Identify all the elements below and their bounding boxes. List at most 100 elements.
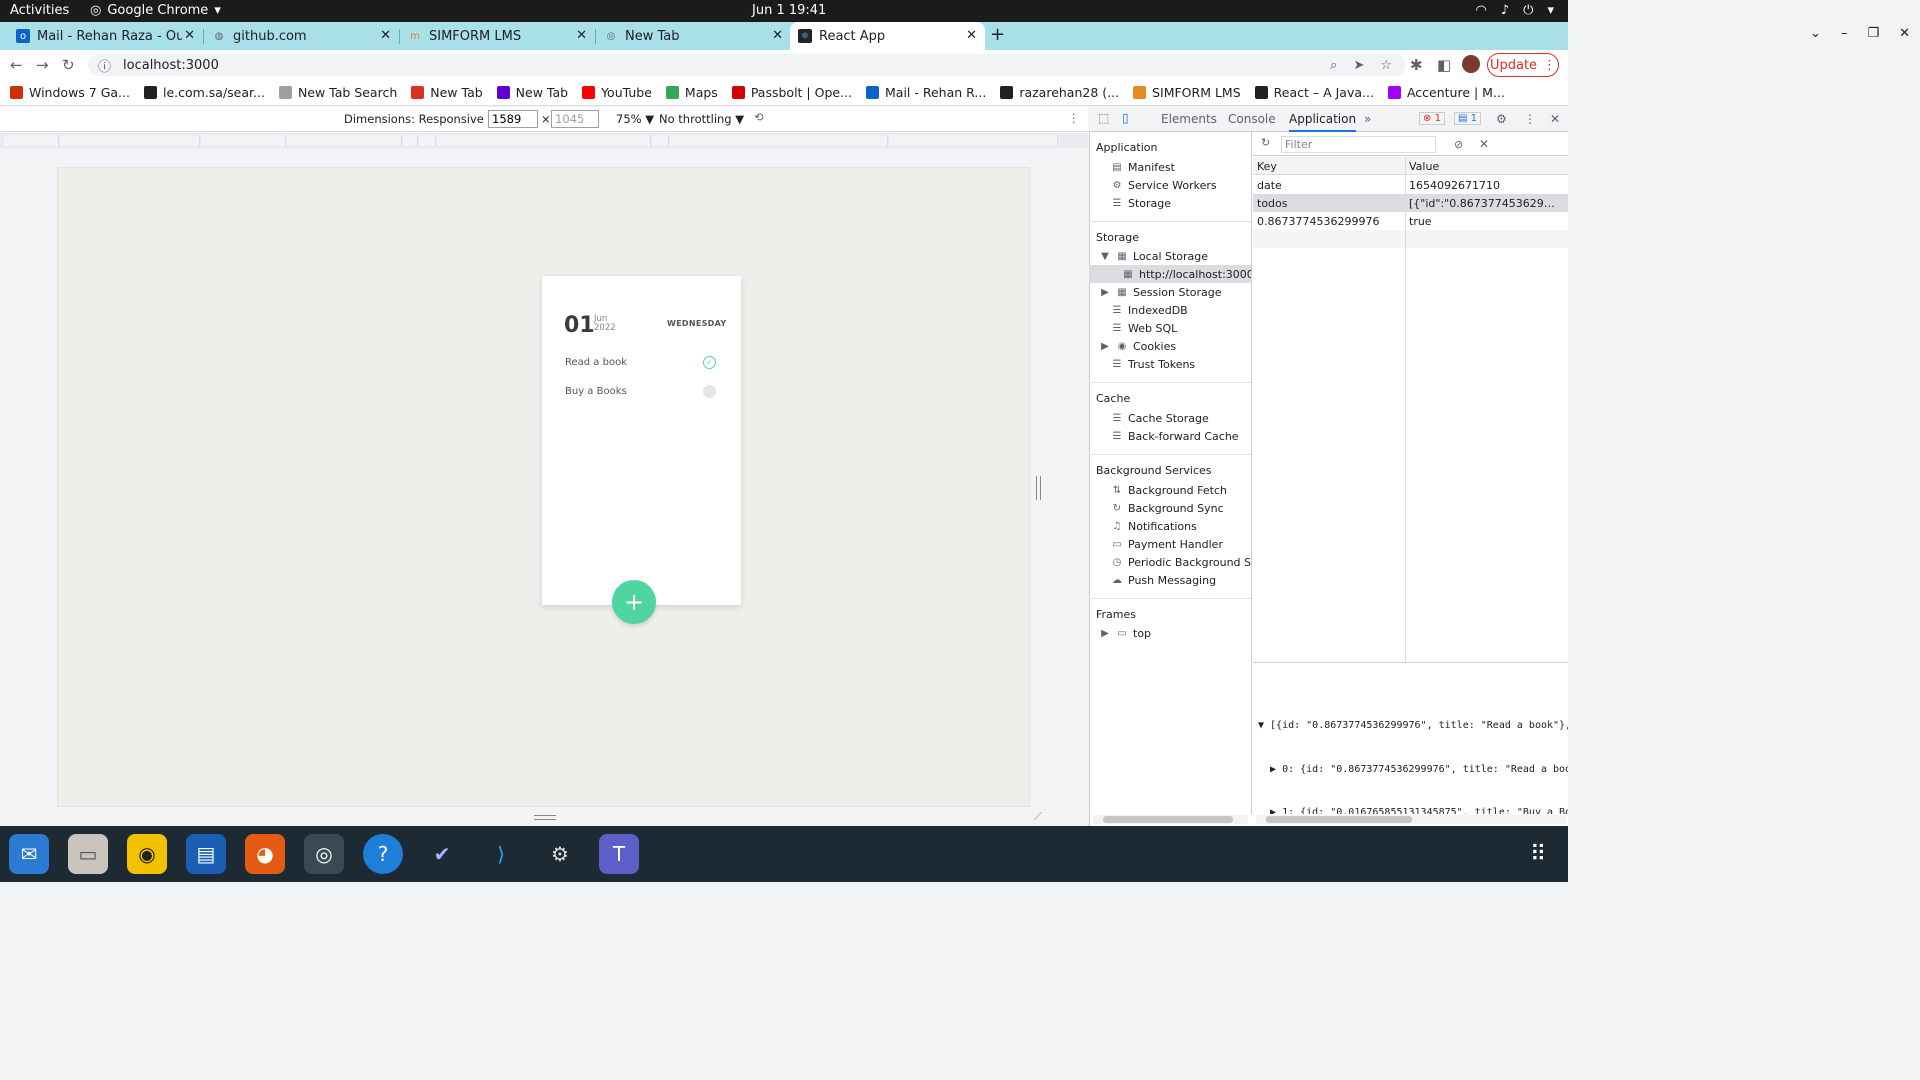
bookmark-item[interactable]: YouTube	[582, 85, 652, 100]
settings-gear-icon[interactable]: ⚙	[1496, 112, 1507, 126]
send-icon[interactable]: ➤	[1353, 58, 1364, 73]
tasks-icon[interactable]: ✔	[422, 834, 462, 874]
forward-icon[interactable]: →	[36, 56, 49, 74]
back-icon[interactable]: ←	[10, 56, 23, 74]
preview-line[interactable]: ▼ [{id: "0.8673774536299976", title: "Re…	[1258, 719, 1568, 734]
sidebar-item-localhost[interactable]: ▦ http://localhost:3000	[1122, 268, 1251, 281]
zoom-icon[interactable]: ⌕	[1330, 58, 1337, 73]
info-icon[interactable]: ⓘ	[98, 56, 111, 75]
throttling-select[interactable]: No throttling ▼	[659, 112, 744, 126]
sidebar-item-bfcache[interactable]: ☰ Back-forward Cache	[1111, 430, 1239, 443]
sidebar-item-indexeddb[interactable]: ☰ IndexedDB	[1111, 304, 1188, 317]
extensions-icon[interactable]: ✱	[1410, 56, 1423, 74]
close-icon[interactable]: ✕	[772, 28, 783, 43]
new-tab-button[interactable]: +	[990, 24, 1005, 45]
system-tray[interactable]: ◠ ♪ ⏻ ▾	[1476, 3, 1554, 18]
rotate-icon[interactable]: ⟲	[754, 110, 764, 124]
sidebar-item-trust-tokens[interactable]: ☰ Trust Tokens	[1111, 358, 1196, 371]
check-icon[interactable]: ✓	[703, 356, 716, 369]
bookmark-item[interactable]: SIMFORM LMS	[1133, 85, 1241, 100]
table-row[interactable]: 0.8673774536299976 true	[1253, 212, 1568, 230]
files-icon[interactable]: ▭	[68, 834, 108, 874]
sidebar-item-push-messaging[interactable]: ☁ Push Messaging	[1111, 574, 1216, 587]
side-panel-icon[interactable]: ◧	[1437, 56, 1451, 74]
app-grid-icon[interactable]: ⠿	[1518, 834, 1558, 874]
writer-icon[interactable]: ▤	[186, 834, 226, 874]
more-options-icon[interactable]: ⋮	[1068, 111, 1080, 125]
tab-simform[interactable]: m SIMFORM LMS ✕	[400, 22, 595, 50]
sidebar-scrollbar[interactable]	[1093, 815, 1248, 824]
bookmark-item[interactable]: New Tab	[411, 85, 483, 100]
sidebar-item-background-sync[interactable]: ↻ Background Sync	[1111, 502, 1224, 515]
sidebar-item-periodic-sync[interactable]: ◷Periodic Background Sync	[1111, 556, 1251, 569]
bookmark-item[interactable]: Mail - Rehan R...	[866, 85, 986, 100]
todo-item-title[interactable]: Read a book	[565, 357, 627, 368]
vscode-icon[interactable]: ⟩	[481, 834, 521, 874]
firefox-icon[interactable]: ◕	[245, 834, 285, 874]
zoom-select[interactable]: 75% ▼	[616, 112, 654, 126]
sidebar-item-top-frame[interactable]: ▶ ▭ top	[1099, 627, 1151, 640]
bookmark-star-icon[interactable]: ☆	[1380, 58, 1392, 73]
close-icon[interactable]: ✕	[966, 28, 977, 43]
clear-all-icon[interactable]: ⊘	[1454, 138, 1463, 151]
tab-search-icon[interactable]: ⌄	[1810, 26, 1821, 41]
more-tabs-icon[interactable]: »	[1364, 112, 1371, 126]
add-todo-button[interactable]: +	[612, 580, 656, 624]
help-icon[interactable]: ?	[363, 834, 403, 874]
sidebar-item-websql[interactable]: ☰ Web SQL	[1111, 322, 1178, 335]
tab-react-app[interactable]: ⚛ React App ✕	[790, 22, 985, 50]
close-window-icon[interactable]: ✕	[1899, 26, 1910, 41]
device-toggle-icon[interactable]: ▯	[1122, 111, 1129, 125]
filter-input[interactable]: Filter	[1281, 136, 1436, 153]
sidebar-item-notifications[interactable]: ♫ Notifications	[1111, 520, 1197, 533]
close-icon[interactable]: ✕	[576, 28, 587, 43]
sidebar-item-payment-handler[interactable]: ▭ Payment Handler	[1111, 538, 1223, 551]
sidebar-item-storage[interactable]: ☰ Storage	[1111, 197, 1172, 210]
rhythmbox-icon[interactable]: ◉	[127, 834, 167, 874]
settings-icon[interactable]: ⚙	[540, 834, 580, 874]
error-count-badge[interactable]: ⊗ 1	[1419, 112, 1445, 125]
sidebar-item-background-fetch[interactable]: ⇅ Background Fetch	[1111, 484, 1227, 497]
sidebar-item-local-storage[interactable]: ▼ ▦ Local Storage	[1099, 250, 1208, 263]
dimensions-select[interactable]: Dimensions: Responsive ▼	[344, 112, 496, 126]
preview-line[interactable]: ▶ 0: {id: "0.8673774536299976", title: "…	[1258, 763, 1568, 778]
tab-console[interactable]: Console	[1228, 112, 1276, 126]
activities-button[interactable]: Activities	[10, 3, 69, 18]
preview-line[interactable]: ▶ 1: {id: "0.016765855131345875", title:…	[1258, 806, 1568, 814]
resize-handle-bottom[interactable]	[534, 815, 556, 820]
close-icon[interactable]: ✕	[380, 28, 391, 43]
bookmark-item[interactable]: New Tab Search	[278, 85, 397, 100]
height-input[interactable]	[551, 110, 599, 128]
message-count-badge[interactable]: ▤ 1	[1454, 112, 1482, 125]
clock[interactable]: Jun 1 19:41	[752, 3, 826, 18]
close-icon[interactable]: ✕	[184, 28, 195, 43]
minimize-icon[interactable]: –	[1841, 26, 1848, 41]
tab-new-tab[interactable]: ◎ New Tab ✕	[596, 22, 791, 50]
bookmark-item[interactable]: razarehan28 (...	[1000, 85, 1119, 100]
bookmark-item[interactable]: Passbolt | Ope...	[731, 85, 852, 100]
table-row[interactable]: date 1654092671710	[1253, 176, 1568, 194]
bookmark-item[interactable]: Windows 7 Ga...	[10, 85, 130, 100]
address-bar[interactable]: ⓘ localhost:3000 ⌕ ➤ ☆	[88, 54, 1406, 76]
bookmark-item[interactable]: le.com.sa/sear...	[143, 85, 265, 100]
resize-handle-right[interactable]	[1036, 476, 1041, 500]
bookmark-item[interactable]: New Tab	[496, 85, 568, 100]
key-header[interactable]: Key	[1257, 160, 1277, 173]
sidebar-item-cache-storage[interactable]: ☰ Cache Storage	[1111, 412, 1209, 425]
delete-selected-icon[interactable]: ✕	[1479, 137, 1489, 151]
preview-scrollbar[interactable]	[1256, 815, 1566, 824]
app-menu[interactable]: ◎ Google Chrome ▾	[90, 3, 221, 18]
chrome-dock-icon[interactable]: ◎	[304, 834, 344, 874]
tab-application[interactable]: Application	[1289, 112, 1357, 132]
value-header[interactable]: Value	[1409, 160, 1439, 173]
sidebar-item-manifest[interactable]: ▤ Manifest	[1111, 161, 1175, 174]
sidebar-item-cookies[interactable]: ▶ ◉ Cookies	[1099, 340, 1176, 353]
teams-icon[interactable]: T	[599, 834, 639, 874]
reload-icon[interactable]: ↻	[62, 56, 75, 74]
close-devtools-icon[interactable]: ✕	[1550, 112, 1560, 126]
width-input[interactable]	[488, 110, 538, 128]
sidebar-item-service-workers[interactable]: ⚙ Service Workers	[1111, 179, 1217, 192]
bookmark-item[interactable]: React – A Java...	[1254, 85, 1374, 100]
tab-mail[interactable]: o Mail - Rehan Raza - Outlo ✕	[8, 22, 203, 50]
avatar[interactable]	[1462, 55, 1480, 73]
